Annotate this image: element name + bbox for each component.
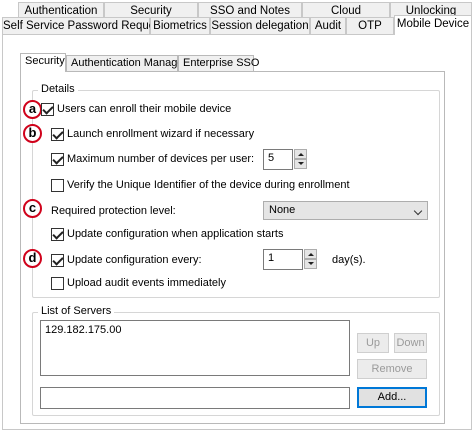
tab-otp[interactable]: OTP <box>346 17 394 35</box>
spin-up-icon[interactable] <box>304 249 317 259</box>
protection-label: Required protection level: <box>51 205 176 217</box>
update-start-checkbox[interactable] <box>51 228 64 241</box>
details-title: Details <box>38 83 78 95</box>
inner-tab-enterprise-sso[interactable]: Enterprise SSO <box>178 55 259 71</box>
new-server-input[interactable] <box>40 387 350 409</box>
servers-list[interactable]: 129.182.175.00 <box>40 320 350 376</box>
down-button[interactable]: Down <box>394 333 427 353</box>
marker-c: c <box>23 199 42 218</box>
inner-tab-security[interactable]: Security <box>20 53 66 72</box>
max-devices-label: Maximum number of devices per user: <box>67 153 255 165</box>
marker-a: a <box>23 100 42 119</box>
spin-down-icon[interactable] <box>304 259 317 269</box>
enroll-checkbox[interactable] <box>41 103 54 116</box>
list-item[interactable]: 129.182.175.00 <box>45 324 345 336</box>
upload-checkbox[interactable] <box>51 277 64 290</box>
up-button[interactable]: Up <box>357 333 389 353</box>
tab-audit[interactable]: Audit <box>310 17 346 35</box>
update-start-label: Update configuration when application st… <box>67 228 284 240</box>
wizard-checkbox[interactable] <box>51 128 64 141</box>
verify-label: Verify the Unique Identifier of the devi… <box>67 179 350 191</box>
upload-label: Upload audit events immediately <box>67 277 226 289</box>
update-every-input[interactable]: 1 <box>263 249 303 270</box>
spin-up-icon[interactable] <box>294 149 307 159</box>
tab-mobile-device[interactable]: Mobile Device <box>394 15 472 35</box>
max-devices-checkbox[interactable] <box>51 153 64 166</box>
update-every-spinner[interactable] <box>304 249 317 270</box>
wizard-label: Launch enrollment wizard if necessary <box>67 128 255 140</box>
add-button[interactable]: Add... <box>357 387 427 408</box>
marker-b: b <box>23 124 42 143</box>
spin-down-icon[interactable] <box>294 159 307 169</box>
enroll-label: Users can enroll their mobile device <box>57 103 232 115</box>
max-devices-spinner[interactable] <box>294 149 307 170</box>
remove-button[interactable]: Remove <box>357 359 427 379</box>
servers-title: List of Servers <box>38 305 115 317</box>
tab-self-service-password-request[interactable]: Self Service Password Request <box>2 17 164 35</box>
tab-session-delegation[interactable]: Session delegation <box>210 17 310 35</box>
max-devices-input[interactable]: 5 <box>263 149 293 170</box>
verify-checkbox[interactable] <box>51 179 64 192</box>
chevron-down-icon <box>413 206 423 216</box>
inner-tab-authentication-manager[interactable]: Authentication Manager <box>66 55 187 71</box>
days-label: day(s). <box>332 254 366 266</box>
tab-biometrics[interactable]: Biometrics <box>150 17 210 35</box>
update-every-label: Update configuration every: <box>67 254 202 266</box>
details-group <box>32 90 440 298</box>
marker-d: d <box>23 249 42 268</box>
protection-level-value: None <box>269 204 296 216</box>
update-every-checkbox[interactable] <box>51 254 64 267</box>
protection-level-select[interactable]: None <box>263 201 428 220</box>
